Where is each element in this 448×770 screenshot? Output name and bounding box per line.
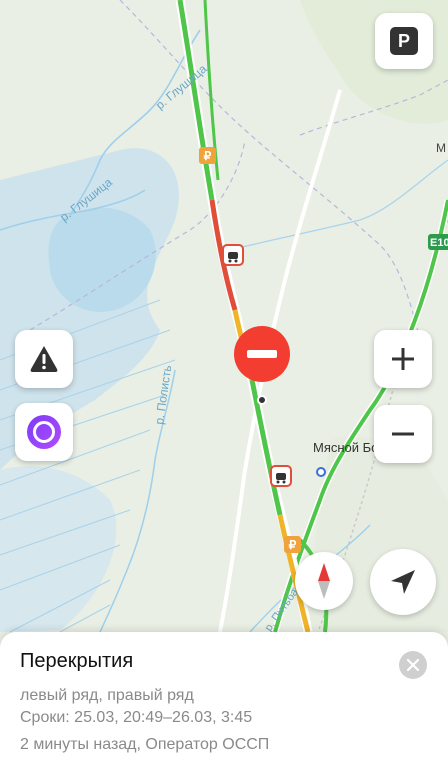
compass-button[interactable] <box>295 552 353 610</box>
close-icon <box>407 659 419 671</box>
closure-period: Сроки: 25.03, 20:49–26.03, 3:45 <box>20 709 253 726</box>
compass-icon <box>318 563 330 599</box>
svg-text:₽: ₽ <box>204 149 212 163</box>
road-code-shield: Е10 <box>428 234 448 250</box>
minus-icon <box>392 432 414 436</box>
voice-assistant-button[interactable] <box>15 403 73 461</box>
my-location-button[interactable] <box>370 549 436 615</box>
closure-info-sheet[interactable]: Перекрытия левый ряд, правый ряд Сроки: … <box>0 632 448 770</box>
warning-icon <box>30 346 58 372</box>
sheet-title: Перекрытия <box>20 650 134 672</box>
closure-lanes: левый ряд, правый ряд <box>20 687 194 704</box>
parking-icon: P <box>390 27 418 55</box>
zoom-out-button[interactable] <box>374 405 432 463</box>
report-road-event-button[interactable] <box>15 330 73 388</box>
parking-button[interactable]: P <box>375 13 433 69</box>
toll-marker-south[interactable]: ₽ <box>284 536 301 553</box>
parking-label: P <box>397 30 410 51</box>
zoom-in-button[interactable] <box>374 330 432 388</box>
toll-marker-north[interactable]: ₽ <box>199 147 216 164</box>
navigation-arrow-icon <box>391 570 415 594</box>
road-code-label: Е10 <box>430 237 448 249</box>
closure-source: 2 минуты назад, Оператор ОССП <box>20 736 270 753</box>
label-edge-letter: М <box>436 141 446 155</box>
close-button[interactable] <box>399 651 427 679</box>
plus-icon <box>392 348 414 370</box>
village-point <box>316 467 326 477</box>
road-event-marker-south[interactable] <box>270 465 292 487</box>
alice-icon <box>27 415 61 449</box>
road-event-marker-north[interactable] <box>222 244 244 266</box>
svg-text:₽: ₽ <box>289 538 297 552</box>
